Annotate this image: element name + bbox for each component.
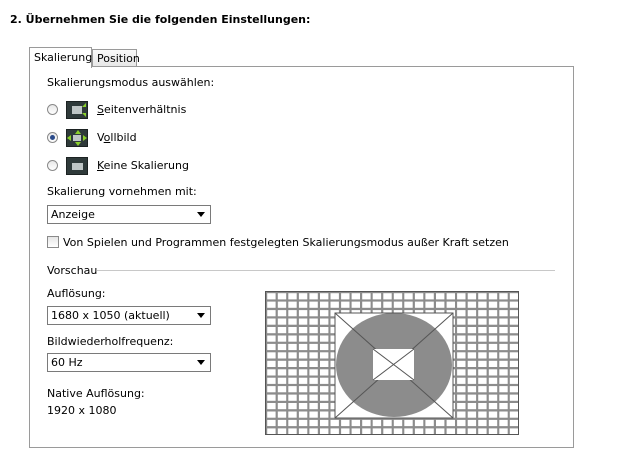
refresh-rate-label: Bildwiederholfrequenz: (47, 335, 174, 348)
perform-scaling-label: Skalierung vornehmen mit: (47, 185, 197, 198)
option-fullscreen-label[interactable]: Vollbild (97, 131, 137, 144)
perform-scaling-select[interactable]: Anzeige (47, 205, 211, 224)
radio-aspect-ratio[interactable] (47, 104, 58, 115)
scaling-preview-graphic (266, 292, 518, 434)
step-title: 2. Übernehmen Sie die folgenden Einstell… (10, 13, 311, 26)
native-resolution-value: 1920 x 1080 (47, 404, 117, 417)
native-resolution-label: Native Auflösung: (47, 387, 145, 400)
scaling-preview (265, 291, 519, 435)
chevron-down-icon (197, 313, 205, 318)
preview-section-label: Vorschau (47, 264, 98, 277)
refresh-rate-value: 60 Hz (51, 356, 83, 369)
option-no-scaling-label[interactable]: Keine Skalierung (97, 159, 189, 172)
scaling-mode-label: Skalierungsmodus auswählen: (47, 76, 215, 89)
no-scaling-icon (66, 157, 88, 175)
resolution-label: Auflösung: (47, 287, 106, 300)
override-checkbox[interactable] (47, 236, 59, 248)
resolution-value: 1680 x 1050 (aktuell) (51, 309, 170, 322)
tab-position[interactable]: Position (92, 49, 140, 67)
tab-skalierung[interactable]: Skalierung (29, 47, 92, 68)
chevron-down-icon (197, 212, 205, 217)
resolution-select[interactable]: 1680 x 1050 (aktuell) (47, 306, 211, 325)
fullscreen-icon (66, 129, 88, 147)
refresh-rate-select[interactable]: 60 Hz (47, 353, 211, 372)
preview-divider (97, 270, 555, 271)
chevron-down-icon (197, 360, 205, 365)
radio-no-scaling[interactable] (47, 160, 58, 171)
radio-fullscreen[interactable] (47, 132, 58, 143)
override-label[interactable]: Von Spielen und Programmen festgelegten … (63, 236, 509, 249)
option-aspect-ratio-label[interactable]: Seitenverhältnis (97, 103, 186, 116)
perform-scaling-value: Anzeige (51, 208, 95, 221)
aspect-ratio-icon (66, 101, 88, 119)
